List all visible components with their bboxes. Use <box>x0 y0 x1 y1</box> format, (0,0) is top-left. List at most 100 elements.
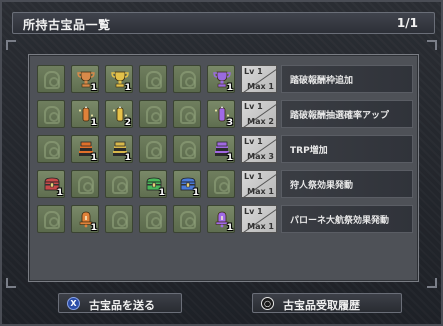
placeholder-relic-icon <box>112 176 128 194</box>
placeholder-relic-icon <box>78 176 94 194</box>
treasure-slot[interactable]: 3 <box>207 100 235 128</box>
x-button-icon: X <box>67 297 80 310</box>
empty-treasure-slot[interactable] <box>105 170 133 198</box>
send-treasure-button[interactable]: X 古宝品を送る <box>58 293 182 313</box>
frame-corner <box>6 40 16 50</box>
placeholder-relic-icon <box>44 106 60 124</box>
send-treasure-label: 古宝品を送る <box>89 299 155 312</box>
placeholder-relic-icon <box>180 211 196 229</box>
placeholder-relic-icon <box>44 141 60 159</box>
treasure-slot[interactable]: 2 <box>105 100 133 128</box>
current-level: Lv 1 <box>244 207 263 216</box>
item-count: 1 <box>90 153 97 163</box>
item-count: 3 <box>226 118 233 128</box>
treasure-row[interactable]: 1 2 3 Lv 1 Max 2 踏破報酬抽選確率アップ <box>37 100 413 128</box>
level-indicator: Lv 1 Max 1 <box>241 65 277 93</box>
current-level: Lv 1 <box>244 137 263 146</box>
circle-button-icon: ○ <box>261 297 274 310</box>
effect-label: 踏破報酬枠追加 <box>290 76 354 86</box>
item-count: 1 <box>90 118 97 128</box>
item-count: 1 <box>124 83 131 93</box>
item-count: 1 <box>90 223 97 233</box>
page-title: 所持古宝品一覧 <box>23 18 111 32</box>
level-indicator: Lv 1 Max 1 <box>241 205 277 233</box>
item-count: 2 <box>124 118 131 128</box>
effect-label-box: TRP増加 <box>281 135 413 163</box>
empty-treasure-slot[interactable] <box>139 135 167 163</box>
level-indicator: Lv 1 Max 1 <box>241 170 277 198</box>
item-count: 1 <box>158 188 165 198</box>
frame-corner <box>427 40 437 50</box>
placeholder-relic-icon <box>180 106 196 124</box>
treasure-slot[interactable]: 1 <box>71 205 99 233</box>
item-count: 1 <box>56 188 63 198</box>
receive-history-button[interactable]: ○ 古宝品受取履歴 <box>252 293 402 313</box>
treasure-slot[interactable]: 1 <box>207 135 235 163</box>
max-level: Max 1 <box>247 82 274 91</box>
effect-label-box: パローネ大航祭効果発動 <box>281 205 413 233</box>
empty-treasure-slot[interactable] <box>173 100 201 128</box>
item-count: 1 <box>226 223 233 233</box>
treasure-slot[interactable]: 1 <box>173 170 201 198</box>
placeholder-relic-icon <box>180 141 196 159</box>
effect-label-box: 踏破報酬枠追加 <box>281 65 413 93</box>
max-level: Max 1 <box>247 222 274 231</box>
effect-label: TRP増加 <box>290 146 328 156</box>
empty-treasure-slot[interactable] <box>139 100 167 128</box>
effect-label-box: 踏破報酬抽選確率アップ <box>281 100 413 128</box>
empty-treasure-slot[interactable] <box>37 65 65 93</box>
empty-treasure-slot[interactable] <box>173 205 201 233</box>
treasure-row[interactable]: 1 1 Lv 1 Max 1 パローネ大航祭効果発動 <box>37 205 413 233</box>
treasure-slot[interactable]: 1 <box>207 65 235 93</box>
empty-treasure-slot[interactable] <box>105 205 133 233</box>
empty-treasure-slot[interactable] <box>37 205 65 233</box>
empty-treasure-slot[interactable] <box>173 65 201 93</box>
max-level: Max 2 <box>247 117 274 126</box>
placeholder-relic-icon <box>180 71 196 89</box>
placeholder-relic-icon <box>44 211 60 229</box>
empty-treasure-slot[interactable] <box>173 135 201 163</box>
empty-treasure-slot[interactable] <box>37 100 65 128</box>
placeholder-relic-icon <box>146 141 162 159</box>
treasure-row[interactable]: 1 1 1 Lv 1 Max 3 TRP増加 <box>37 135 413 163</box>
treasure-slot[interactable]: 1 <box>37 170 65 198</box>
treasure-row[interactable]: 1 1 1 Lv 1 Max 1 踏破報酬枠追加 <box>37 65 413 93</box>
treasure-slot[interactable]: 1 <box>139 170 167 198</box>
level-indicator: Lv 1 Max 2 <box>241 100 277 128</box>
placeholder-relic-icon <box>112 211 128 229</box>
treasure-row[interactable]: 1 1 1 Lv 1 Max 1 狩人祭効果発動 <box>37 170 413 198</box>
treasure-slot[interactable]: 1 <box>71 135 99 163</box>
item-count: 1 <box>90 83 97 93</box>
current-level: Lv 1 <box>244 172 263 181</box>
item-count: 1 <box>226 83 233 93</box>
frame-corner <box>6 278 16 288</box>
empty-treasure-slot[interactable] <box>37 135 65 163</box>
treasure-slot[interactable]: 1 <box>71 100 99 128</box>
game-window: 所持古宝品一覧 1/1 1 1 1 Lv 1 Max 1 踏破報酬枠追加 1 2 3 Lv 1 Ma… <box>0 0 443 326</box>
page-indicator: 1/1 <box>396 16 418 30</box>
placeholder-relic-icon <box>146 211 162 229</box>
item-count: 1 <box>226 153 233 163</box>
placeholder-relic-icon <box>214 176 230 194</box>
empty-treasure-slot[interactable] <box>139 65 167 93</box>
max-level: Max 3 <box>247 152 274 161</box>
empty-treasure-slot[interactable] <box>207 170 235 198</box>
treasure-slot[interactable]: 1 <box>71 65 99 93</box>
treasure-slot[interactable]: 1 <box>105 65 133 93</box>
receive-history-label: 古宝品受取履歴 <box>283 299 360 312</box>
treasure-slot[interactable]: 1 <box>105 135 133 163</box>
current-level: Lv 1 <box>244 67 263 76</box>
treasure-list-panel: 1 1 1 Lv 1 Max 1 踏破報酬枠追加 1 2 3 Lv 1 Max 2 踏破報酬抽選確率ア… <box>28 54 419 282</box>
placeholder-relic-icon <box>146 71 162 89</box>
max-level: Max 1 <box>247 187 274 196</box>
empty-treasure-slot[interactable] <box>71 170 99 198</box>
empty-treasure-slot[interactable] <box>139 205 167 233</box>
placeholder-relic-icon <box>44 71 60 89</box>
effect-label: パローネ大航祭効果発動 <box>290 216 390 226</box>
treasure-slot[interactable]: 1 <box>207 205 235 233</box>
effect-label: 踏破報酬抽選確率アップ <box>290 111 390 121</box>
level-indicator: Lv 1 Max 3 <box>241 135 277 163</box>
item-count: 1 <box>124 153 131 163</box>
header-bar: 所持古宝品一覧 1/1 <box>12 12 435 34</box>
item-count: 1 <box>192 188 199 198</box>
